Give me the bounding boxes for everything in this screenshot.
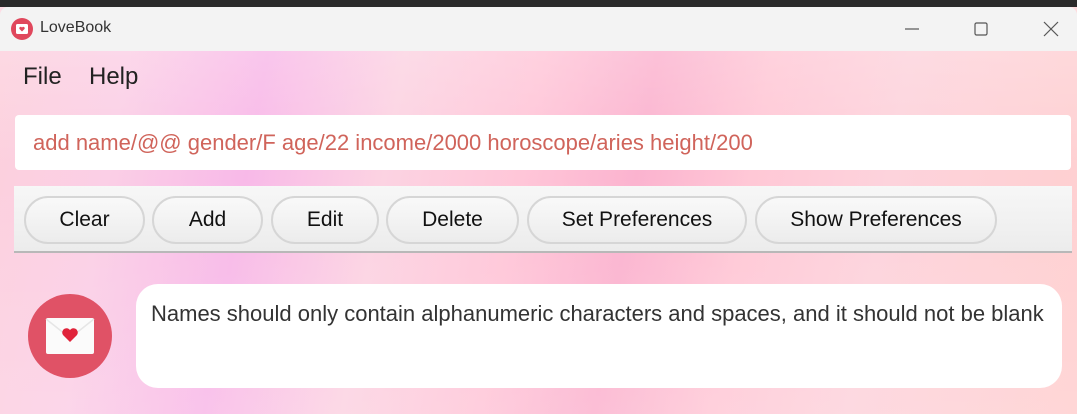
window-title: LoveBook <box>40 19 112 36</box>
envelope-heart-icon <box>28 294 112 378</box>
minimize-button[interactable] <box>889 15 935 43</box>
close-button[interactable] <box>1028 15 1074 43</box>
app-window: LoveBook File Help add name/@@ gender/F … <box>0 7 1077 414</box>
menu-file[interactable]: File <box>23 63 62 91</box>
clear-button[interactable]: Clear <box>24 196 145 244</box>
delete-button[interactable]: Delete <box>386 196 519 244</box>
set-preferences-button[interactable]: Set Preferences <box>527 196 747 244</box>
show-preferences-button[interactable]: Show Preferences <box>755 196 997 244</box>
minimize-icon <box>905 28 919 30</box>
result-message: Names should only contain alphanumeric c… <box>136 284 1062 388</box>
menu-help[interactable]: Help <box>89 63 138 91</box>
command-input[interactable]: add name/@@ gender/F age/22 income/2000 … <box>15 115 1071 170</box>
button-toolbar: Clear Add Edit Delete Set Preferences Sh… <box>14 186 1072 253</box>
close-icon <box>1043 21 1059 37</box>
lovebook-app-icon <box>11 18 33 40</box>
add-button[interactable]: Add <box>152 196 263 244</box>
title-bar: LoveBook <box>0 7 1077 51</box>
maximize-button[interactable] <box>958 15 1004 43</box>
maximize-icon <box>974 22 988 36</box>
edit-button[interactable]: Edit <box>271 196 379 244</box>
